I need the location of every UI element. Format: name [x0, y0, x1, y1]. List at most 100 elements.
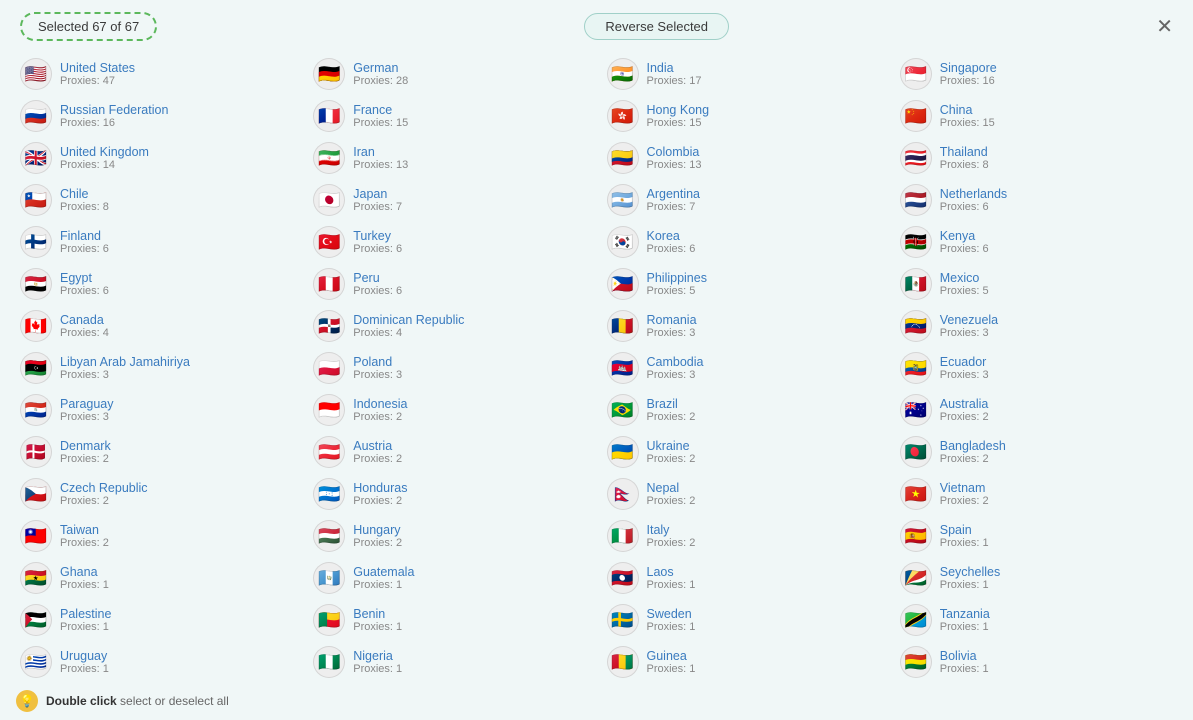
country-info: FranceProxies: 15	[353, 103, 408, 129]
country-name: Hungary	[353, 523, 402, 537]
country-proxies: Proxies: 1	[60, 579, 109, 591]
country-info: HondurasProxies: 2	[353, 481, 407, 507]
list-item[interactable]: 🇰🇭CambodiaProxies: 3	[597, 347, 890, 389]
list-item[interactable]: 🇮🇩IndonesiaProxies: 2	[303, 389, 596, 431]
country-name: Taiwan	[60, 523, 109, 537]
list-item[interactable]: 🇬🇹GuatemalaProxies: 1	[303, 557, 596, 599]
list-item[interactable]: 🇧🇩BangladeshProxies: 2	[890, 431, 1183, 473]
list-item[interactable]: 🇷🇴RomaniaProxies: 3	[597, 305, 890, 347]
list-item[interactable]: 🇰🇷KoreaProxies: 6	[597, 221, 890, 263]
country-info: LaosProxies: 1	[647, 565, 696, 591]
list-item[interactable]: 🇸🇬SingaporeProxies: 16	[890, 53, 1183, 95]
country-name: Thailand	[940, 145, 989, 159]
country-proxies: Proxies: 5	[647, 285, 707, 297]
list-item[interactable]: 🇻🇪VenezuelaProxies: 3	[890, 305, 1183, 347]
country-name: Czech Republic	[60, 481, 148, 495]
flag-icon: 🇸🇨	[900, 562, 932, 594]
flag-icon: 🇬🇧	[20, 142, 52, 174]
list-item[interactable]: 🇱🇦LaosProxies: 1	[597, 557, 890, 599]
list-item[interactable]: 🇸🇪SwedenProxies: 1	[597, 599, 890, 641]
list-item[interactable]: 🇫🇷FranceProxies: 15	[303, 95, 596, 137]
list-item[interactable]: 🇧🇴BoliviaProxies: 1	[890, 641, 1183, 683]
double-click-label: Double click select or deselect all	[46, 694, 229, 708]
list-item[interactable]: 🇭🇺HungaryProxies: 2	[303, 515, 596, 557]
list-item[interactable]: 🇵🇾ParaguayProxies: 3	[10, 389, 303, 431]
list-item[interactable]: 🇧🇷BrazilProxies: 2	[597, 389, 890, 431]
country-name: Austria	[353, 439, 402, 453]
list-item[interactable]: 🇹🇷TurkeyProxies: 6	[303, 221, 596, 263]
list-item[interactable]: 🇦🇺AustraliaProxies: 2	[890, 389, 1183, 431]
country-info: IndonesiaProxies: 2	[353, 397, 407, 423]
list-item[interactable]: 🇺🇸United StatesProxies: 47	[10, 53, 303, 95]
list-item[interactable]: 🇭🇰Hong KongProxies: 15	[597, 95, 890, 137]
country-name: Cambodia	[647, 355, 704, 369]
list-item[interactable]: 🇦🇷ArgentinaProxies: 7	[597, 179, 890, 221]
list-item[interactable]: 🇳🇬NigeriaProxies: 1	[303, 641, 596, 683]
list-item[interactable]: 🇬🇭GhanaProxies: 1	[10, 557, 303, 599]
list-item[interactable]: 🇵🇭PhilippinesProxies: 5	[597, 263, 890, 305]
list-item[interactable]: 🇱🇾Libyan Arab JamahiriyaProxies: 3	[10, 347, 303, 389]
list-item[interactable]: 🇪🇸SpainProxies: 1	[890, 515, 1183, 557]
country-proxies: Proxies: 1	[940, 663, 989, 675]
list-item[interactable]: 🇵🇸PalestineProxies: 1	[10, 599, 303, 641]
list-item[interactable]: 🇩🇪GermanProxies: 28	[303, 53, 596, 95]
country-name: Venezuela	[940, 313, 998, 327]
list-item[interactable]: 🇨🇴ColombiaProxies: 13	[597, 137, 890, 179]
country-info: VenezuelaProxies: 3	[940, 313, 998, 339]
close-button[interactable]: ✕	[1156, 14, 1173, 39]
country-proxies: Proxies: 1	[60, 663, 109, 675]
list-item[interactable]: 🇨🇿Czech RepublicProxies: 2	[10, 473, 303, 515]
flag-icon: 🇧🇷	[607, 394, 639, 426]
flag-icon: 🇪🇬	[20, 268, 52, 300]
list-item[interactable]: 🇮🇷IranProxies: 13	[303, 137, 596, 179]
list-item[interactable]: 🇹🇭ThailandProxies: 8	[890, 137, 1183, 179]
list-item[interactable]: 🇹🇿TanzaniaProxies: 1	[890, 599, 1183, 641]
list-item[interactable]: 🇨🇱ChileProxies: 8	[10, 179, 303, 221]
flag-icon: 🇸🇪	[607, 604, 639, 636]
country-proxies: Proxies: 2	[940, 411, 989, 423]
list-item[interactable]: 🇫🇮FinlandProxies: 6	[10, 221, 303, 263]
list-item[interactable]: 🇵🇪PeruProxies: 6	[303, 263, 596, 305]
list-item[interactable]: 🇨🇳ChinaProxies: 15	[890, 95, 1183, 137]
country-name: Colombia	[647, 145, 702, 159]
list-item[interactable]: 🇭🇳HondurasProxies: 2	[303, 473, 596, 515]
list-item[interactable]: 🇧🇯BeninProxies: 1	[303, 599, 596, 641]
country-info: HungaryProxies: 2	[353, 523, 402, 549]
list-item[interactable]: 🇹🇼TaiwanProxies: 2	[10, 515, 303, 557]
list-item[interactable]: 🇺🇦UkraineProxies: 2	[597, 431, 890, 473]
list-item[interactable]: 🇮🇳IndiaProxies: 17	[597, 53, 890, 95]
flag-icon: 🇸🇬	[900, 58, 932, 90]
list-item[interactable]: 🇯🇵JapanProxies: 7	[303, 179, 596, 221]
list-item[interactable]: 🇷🇺Russian FederationProxies: 16	[10, 95, 303, 137]
list-item[interactable]: 🇪🇬EgyptProxies: 6	[10, 263, 303, 305]
country-proxies: Proxies: 1	[353, 663, 402, 675]
flag-icon: 🇦🇹	[313, 436, 345, 468]
list-item[interactable]: 🇨🇦CanadaProxies: 4	[10, 305, 303, 347]
list-item[interactable]: 🇲🇽MexicoProxies: 5	[890, 263, 1183, 305]
reverse-selected-button[interactable]: Reverse Selected	[584, 13, 729, 40]
list-item[interactable]: 🇻🇳VietnamProxies: 2	[890, 473, 1183, 515]
country-info: UkraineProxies: 2	[647, 439, 696, 465]
country-info: SeychellesProxies: 1	[940, 565, 1000, 591]
country-name: Sweden	[647, 607, 696, 621]
list-item[interactable]: 🇬🇳GuineaProxies: 1	[597, 641, 890, 683]
country-name: Peru	[353, 271, 402, 285]
list-item[interactable]: 🇦🇹AustriaProxies: 2	[303, 431, 596, 473]
flag-icon: 🇨🇴	[607, 142, 639, 174]
selected-badge[interactable]: Selected 67 of 67	[20, 12, 157, 41]
country-info: ParaguayProxies: 3	[60, 397, 114, 423]
list-item[interactable]: 🇩🇰DenmarkProxies: 2	[10, 431, 303, 473]
list-item[interactable]: 🇩🇴Dominican RepublicProxies: 4	[303, 305, 596, 347]
list-item[interactable]: 🇵🇱PolandProxies: 3	[303, 347, 596, 389]
list-item[interactable]: 🇮🇹ItalyProxies: 2	[597, 515, 890, 557]
list-item[interactable]: 🇪🇨EcuadorProxies: 3	[890, 347, 1183, 389]
list-item[interactable]: 🇳🇵NepalProxies: 2	[597, 473, 890, 515]
list-item[interactable]: 🇰🇪KenyaProxies: 6	[890, 221, 1183, 263]
list-item[interactable]: 🇳🇱NetherlandsProxies: 6	[890, 179, 1183, 221]
list-item[interactable]: 🇺🇾UruguayProxies: 1	[10, 641, 303, 683]
country-name: Spain	[940, 523, 989, 537]
list-item[interactable]: 🇬🇧United KingdomProxies: 14	[10, 137, 303, 179]
country-name: Laos	[647, 565, 696, 579]
list-item[interactable]: 🇸🇨 SeychellesProxies: 1	[890, 557, 1183, 599]
country-proxies: Proxies: 8	[940, 159, 989, 171]
